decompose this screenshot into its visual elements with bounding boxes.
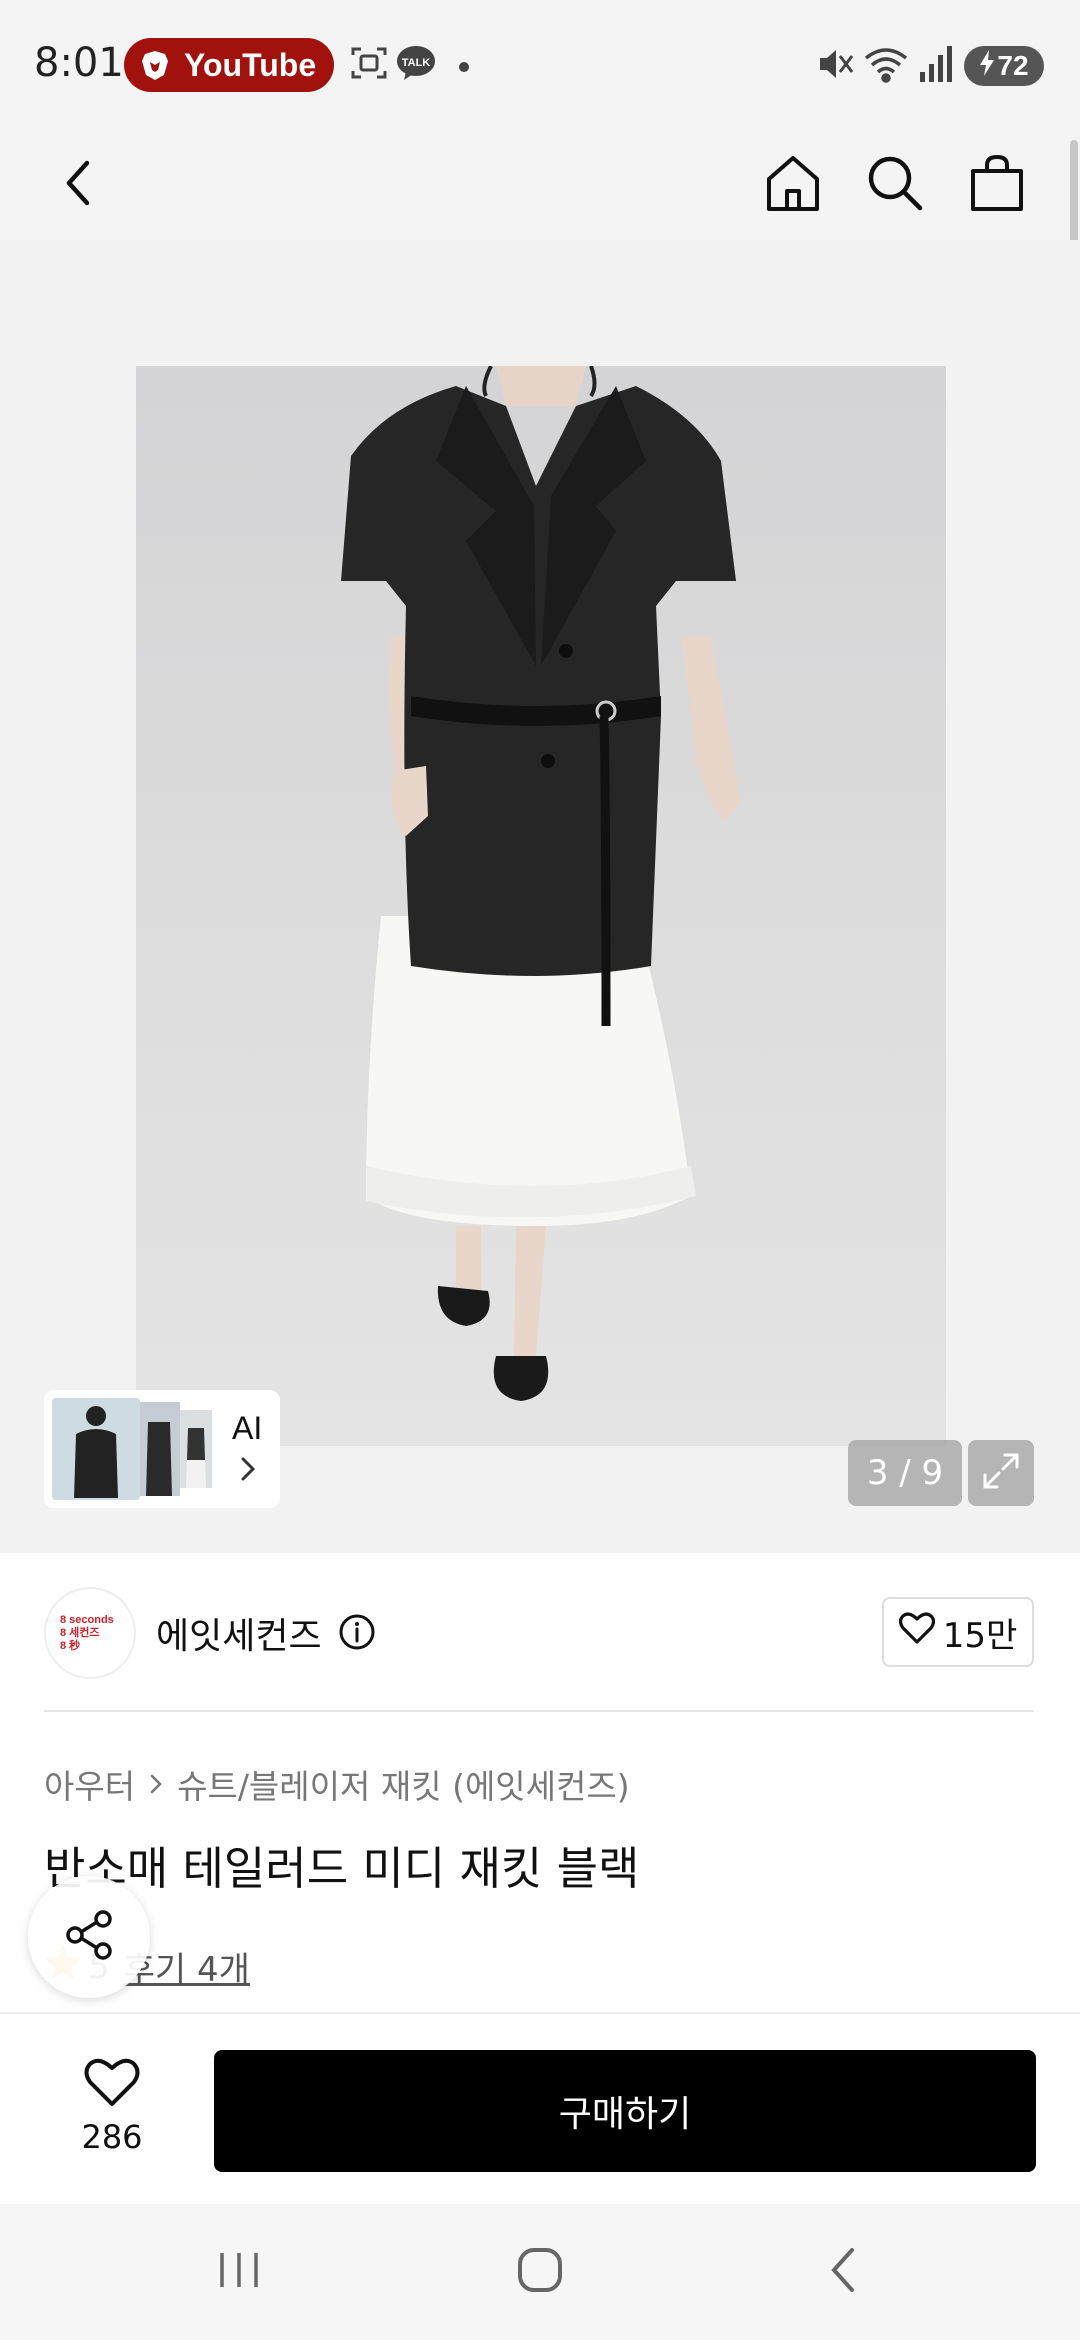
svg-text:TALK: TALK xyxy=(402,57,431,69)
youtube-pill[interactable]: YouTube xyxy=(124,38,334,92)
cart-button[interactable] xyxy=(962,150,1032,220)
ai-lookbook-thumbnail[interactable]: AI xyxy=(44,1390,280,1508)
back-arrow-icon xyxy=(828,2246,858,2298)
brave-lion-icon xyxy=(138,48,172,82)
brand-logo-line: 8 seconds xyxy=(60,1613,114,1626)
brand-logo[interactable]: 8 seconds 8 세컨즈 8 秒 xyxy=(44,1587,136,1679)
share-button[interactable] xyxy=(28,1876,150,1998)
brand-like-button[interactable]: 15만 xyxy=(882,1597,1034,1667)
bolt-icon xyxy=(979,49,995,83)
top-nav xyxy=(0,130,1080,240)
back-nav-button[interactable] xyxy=(808,2242,878,2302)
brand-name[interactable]: 에잇세컨즈 xyxy=(156,1607,322,1659)
fullscreen-button[interactable] xyxy=(968,1440,1034,1506)
wishlist-count: 286 xyxy=(81,2118,143,2156)
notification-dot-icon xyxy=(458,58,470,77)
chevron-left-icon xyxy=(59,157,99,213)
model-illustration xyxy=(341,366,741,1401)
wishlist-button[interactable]: 286 xyxy=(64,2056,160,2156)
image-counter: 3 / 9 xyxy=(848,1440,962,1506)
recent-apps-button[interactable] xyxy=(204,2242,274,2302)
home-button[interactable] xyxy=(758,150,828,220)
battery-indicator: 72 xyxy=(964,46,1044,86)
chevron-right-icon xyxy=(240,1456,256,1486)
system-nav-bar xyxy=(0,2204,1080,2340)
youtube-pill-label: YouTube xyxy=(184,46,317,83)
breadcrumb-item[interactable]: 슈트/블레이저 재킷 (에잇세컨즈) xyxy=(177,1760,630,1808)
breadcrumb: 아우터 슈트/블레이저 재킷 (에잇세컨즈) xyxy=(44,1760,630,1808)
info-icon[interactable] xyxy=(338,1613,376,1655)
share-icon xyxy=(61,1907,117,1967)
mute-icon xyxy=(816,44,856,88)
thumbnail-image-1 xyxy=(52,1398,140,1500)
thumbnail-image-2 xyxy=(140,1402,180,1496)
breadcrumb-item[interactable]: 아우터 xyxy=(44,1760,135,1808)
status-bar: 8:01 YouTube TALK 72 xyxy=(0,0,1080,130)
home-circle-icon xyxy=(516,2246,564,2298)
wifi-icon xyxy=(862,44,910,88)
signal-icon xyxy=(918,44,954,88)
bottom-action-bar: 286 구매하기 xyxy=(0,2012,1080,2204)
brand-row: 8 seconds 8 세컨즈 8 秒 에잇세컨즈 15만 xyxy=(0,1553,1080,1709)
home-nav-button[interactable] xyxy=(505,2242,575,2302)
brand-logo-line: 8 秒 xyxy=(60,1639,81,1652)
search-icon xyxy=(865,153,925,217)
thumbnail-image-3 xyxy=(180,1410,212,1488)
back-button[interactable] xyxy=(44,150,114,220)
product-gallery[interactable]: AI 3 / 9 xyxy=(0,240,1080,1553)
expand-icon xyxy=(981,1451,1021,1495)
heart-icon xyxy=(83,2056,141,2112)
brand-logo-line: 8 세컨즈 xyxy=(60,1626,100,1639)
search-button[interactable] xyxy=(860,150,930,220)
shopping-bag-icon xyxy=(969,153,1025,217)
home-icon xyxy=(763,153,823,217)
screenshot-icon xyxy=(350,44,388,86)
product-title: 반소매 테일러드 미디 재킷 블랙 xyxy=(44,1842,640,1895)
brand-like-count: 15만 xyxy=(942,1615,1018,1656)
ai-label: AI xyxy=(232,1410,263,1446)
heart-icon xyxy=(898,1611,935,1654)
divider xyxy=(44,1710,1034,1712)
battery-level: 72 xyxy=(997,50,1029,81)
product-photo[interactable] xyxy=(136,366,946,1446)
talk-icon: TALK xyxy=(396,44,436,86)
recent-apps-icon xyxy=(216,2249,262,2295)
status-time: 8:01 xyxy=(34,40,124,86)
buy-button[interactable]: 구매하기 xyxy=(214,2050,1036,2172)
chevron-right-icon xyxy=(149,1773,163,1795)
